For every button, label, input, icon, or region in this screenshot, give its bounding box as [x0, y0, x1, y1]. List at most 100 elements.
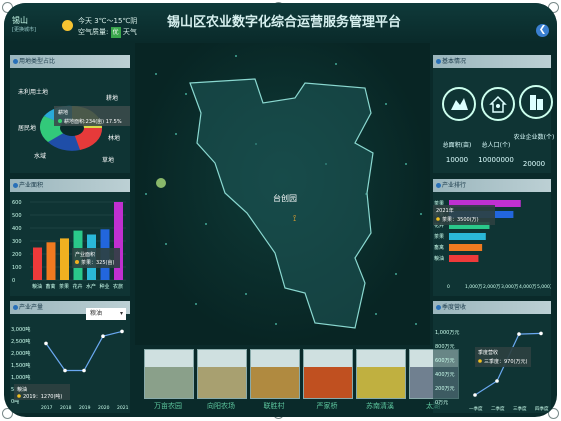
- y-tick-label: 0万元: [435, 400, 448, 406]
- x-tick-label: 2,000万: [483, 284, 501, 290]
- bar: [114, 202, 123, 280]
- quarter-line-chart: 1,000万元 800万元 600万元 400万元 200万元 0万元一季度 二季度 三季度 四…: [435, 330, 549, 412]
- enterprise-icon: [519, 85, 553, 119]
- back-button[interactable]: ❮: [536, 24, 549, 37]
- data-point: [82, 368, 86, 373]
- y-tick-label: 粮油: [434, 255, 444, 262]
- y-tick-label: 600万元: [435, 358, 455, 364]
- scene-thumbnail-label[interactable]: 苏南清溪: [354, 401, 406, 411]
- y-tick-label: 600: [12, 200, 22, 206]
- panel-title: 产业排行: [433, 179, 551, 192]
- scene-thumbnail[interactable]: [144, 349, 194, 399]
- y-tick-label: 畜禽: [434, 244, 444, 251]
- x-tick-label: 三季度: [513, 405, 527, 412]
- change-city-link[interactable]: [更换城市]: [12, 26, 36, 33]
- y-tick-label: 1,500吨: [11, 362, 30, 369]
- y-tick-label: 400: [12, 226, 22, 232]
- panel-title: 基本情况: [433, 55, 551, 68]
- population-label: 总人口(个): [481, 142, 511, 149]
- scene-thumbnail-label[interactable]: 联胜村: [248, 401, 300, 411]
- x-tick-label: 茶果: [59, 283, 69, 290]
- weather-info: 今天 3℃～15℃阴 空气质量: 优 天气: [78, 16, 137, 38]
- land-type-panel: 用地类型占比 未利用土地 耕地 居民地 林地 水域 草地 耕地 耕地面积:234…: [10, 55, 130, 173]
- panel-title: 用地类型占比: [10, 55, 130, 68]
- tooltip-value: 茶果：3500(万): [442, 216, 479, 223]
- data-point: [539, 331, 543, 336]
- output-line: [45, 330, 123, 372]
- y-tick-label: 200万元: [435, 386, 455, 392]
- bar: [449, 244, 483, 251]
- x-tick-label: 二季度: [491, 405, 505, 412]
- land-tooltip-value: 耕地面积:234(亩) 17.5%: [64, 118, 122, 125]
- scene-thumbnail[interactable]: [250, 349, 300, 399]
- x-tick-label: 2020: [98, 405, 110, 411]
- x-tick-label: 四季度: [535, 405, 549, 412]
- y-tick-label: 400万元: [435, 372, 455, 378]
- tooltip-title: 粮油: [17, 386, 27, 393]
- x-tick-label: 种业: [100, 283, 110, 290]
- data-point: [495, 379, 499, 383]
- y-tick-label: 0: [12, 278, 15, 284]
- map-label-taichuangyuan: 台创园: [273, 193, 297, 203]
- population-icon: [481, 87, 515, 121]
- y-tick-label: 100: [12, 265, 22, 271]
- scene-thumbnail[interactable]: [356, 349, 406, 399]
- x-tick-label: 0: [447, 284, 450, 290]
- label-residential: 居民地: [18, 124, 36, 132]
- y-tick-label: 1,000万元: [435, 330, 459, 336]
- location-name: 锡山: [12, 16, 28, 25]
- weather-word: 天气: [122, 28, 137, 36]
- x-tick-label: 畜禽: [46, 283, 56, 290]
- x-tick-label: 2019: [79, 405, 91, 411]
- label-forest: 林地: [108, 134, 120, 142]
- y-tick-label: 2,500吨: [11, 338, 30, 345]
- chevron-down-icon: ▾: [119, 310, 123, 317]
- map-object-icon: [156, 178, 166, 188]
- x-tick-label: 4,000万: [519, 284, 537, 290]
- y-tick-label: 500: [12, 213, 22, 219]
- label-unused-land: 未利用土地: [18, 88, 48, 96]
- tooltip-dot: [75, 260, 79, 264]
- district-map: 台创园 ⟟: [156, 78, 374, 329]
- location-picker[interactable]: 锡山 [更换城市]: [12, 15, 36, 33]
- tooltip-title: 2021年: [436, 207, 454, 214]
- tooltip-value: 2019：1270(吨): [23, 393, 62, 400]
- data-point: [101, 334, 105, 338]
- industry-ranking-panel: 产业排行 茶果茶果花卉茶果畜禽粮油01,000万2,000万3,000万4,00…: [433, 179, 551, 296]
- x-tick-label: 一季度: [469, 405, 483, 412]
- data-point: [473, 393, 477, 397]
- y-tick-label: 2,000吨: [11, 350, 30, 357]
- y-tick-label: 1,000吨: [11, 374, 30, 381]
- data-point: [44, 341, 48, 346]
- area-stat-icon: [442, 87, 476, 121]
- data-point: [63, 368, 67, 373]
- enterprise-value: 20000: [522, 160, 546, 168]
- bar: [46, 242, 56, 280]
- tooltip-dot: [478, 359, 482, 363]
- tooltip-value: 茶果：325(亩): [81, 259, 114, 266]
- tooltip-dot: [17, 394, 21, 398]
- scene-thumbnail-label[interactable]: 向阳农场: [195, 401, 247, 411]
- industry-area-panel: 产业面积 600 500 400 300 200 100 0 粮油 畜禽 茶果 花卉 水产 种业 农旅 产业…: [10, 179, 130, 296]
- map-marker-icon[interactable]: ⟟: [293, 214, 296, 224]
- land-tooltip-dot: [58, 119, 62, 123]
- bar: [449, 233, 486, 240]
- land-tooltip-title: 耕地: [58, 109, 68, 116]
- bar: [449, 255, 479, 262]
- quarterly-revenue-panel: 季度营收 1,000万元 800万元 600万元 400万元 200万元 0万元 一季度 二季…: [433, 301, 551, 413]
- category-select[interactable]: 粮油 ▾: [86, 308, 126, 320]
- output-line-chart: 3,000吨2,500吨2,000吨1,500吨1,000吨500吨0吨2017…: [11, 326, 129, 411]
- data-point: [120, 329, 124, 334]
- scene-thumbnail-label[interactable]: 万亩农园: [142, 401, 194, 411]
- panel-title: 季度营收: [433, 301, 551, 314]
- select-value: 粮油: [90, 310, 103, 317]
- enterprise-label: 农业企业数(个): [513, 134, 555, 141]
- scene-thumbnail[interactable]: [303, 349, 353, 399]
- tooltip-dot: [436, 217, 440, 221]
- map-area[interactable]: 台创园 ⟟: [135, 43, 430, 345]
- x-tick-label: 水产: [86, 283, 96, 290]
- district-boundary[interactable]: [189, 78, 374, 329]
- x-tick-label: 2021: [117, 405, 129, 411]
- scene-thumbnail-label[interactable]: 严家桥: [301, 401, 353, 411]
- scene-thumbnail[interactable]: [197, 349, 247, 399]
